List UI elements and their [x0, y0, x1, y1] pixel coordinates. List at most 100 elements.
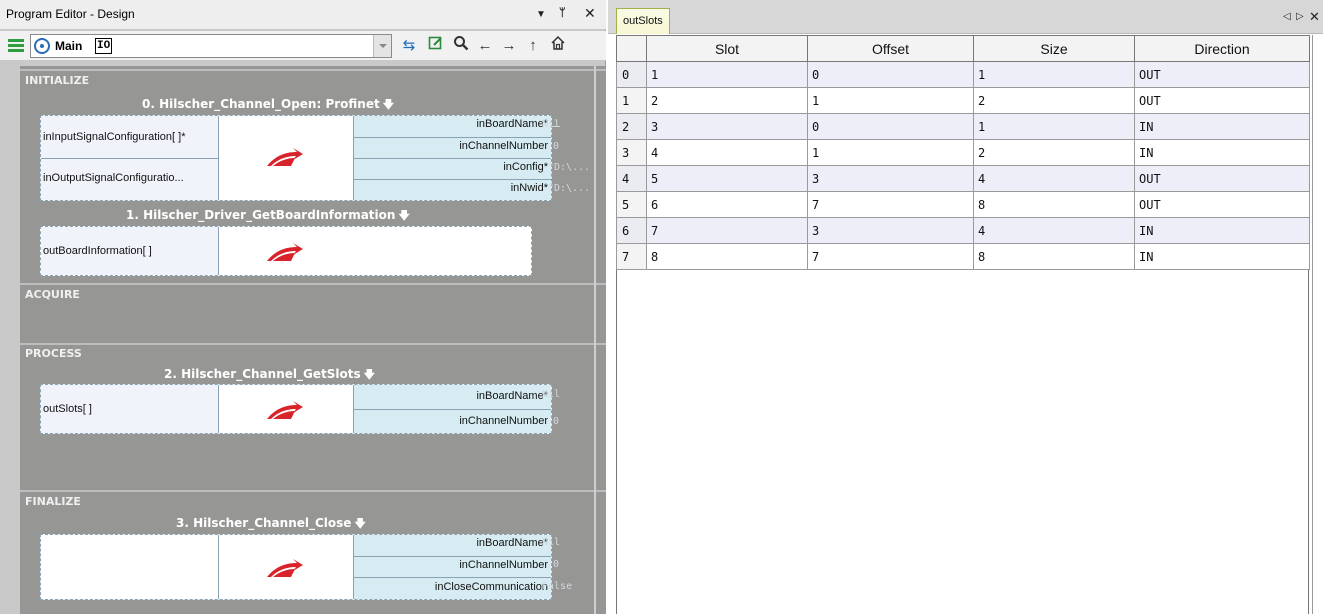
row-index: 3: [616, 139, 647, 166]
close-icon[interactable]: ✕: [1309, 9, 1320, 25]
pin-icon[interactable]: ᛘ: [559, 7, 566, 19]
cell-offset[interactable]: 1: [807, 87, 974, 114]
cell-slot[interactable]: 7: [646, 217, 808, 244]
table-row[interactable]: 5 6 7 8 OUT: [616, 191, 1310, 218]
cell-slot[interactable]: 8: [646, 243, 808, 270]
cell-offset[interactable]: 3: [807, 165, 974, 192]
cell-offset[interactable]: 7: [807, 243, 974, 270]
block-input[interactable]: outSlots[ ]: [43, 403, 92, 415]
search-icon[interactable]: [450, 35, 472, 57]
block-input[interactable]: outBoardInformation[ ]: [43, 245, 152, 257]
column-header[interactable]: Slot: [646, 35, 808, 62]
row-index: 2: [616, 113, 647, 140]
edit-icon[interactable]: [425, 35, 447, 57]
table-row[interactable]: 4 5 3 4 OUT: [616, 165, 1310, 192]
output-separator: [354, 577, 551, 578]
table-row[interactable]: 2 3 0 1 IN: [616, 113, 1310, 140]
canvas-right-rule: [594, 66, 596, 614]
chevron-left-icon[interactable]: ◁: [1283, 11, 1291, 22]
cell-size[interactable]: 4: [973, 165, 1135, 192]
cell-size[interactable]: 2: [973, 139, 1135, 166]
arrow-down-icon[interactable]: 🡇: [398, 209, 409, 222]
cell-offset[interactable]: 1: [807, 139, 974, 166]
cell-offset[interactable]: 0: [807, 61, 974, 88]
arrow-down-icon[interactable]: 🡇: [354, 517, 365, 530]
cell-size[interactable]: 1: [973, 61, 1135, 88]
block-output[interactable]: inConfig*: [503, 161, 548, 173]
chevron-right-icon[interactable]: ▷: [1296, 11, 1304, 22]
cell-offset[interactable]: 7: [807, 191, 974, 218]
cell-offset[interactable]: 0: [807, 113, 974, 140]
home-icon[interactable]: [547, 35, 569, 57]
cell-size[interactable]: 8: [973, 243, 1135, 270]
dropdown-icon[interactable]: ▼: [536, 9, 546, 20]
program-selector[interactable]: Main IO: [30, 34, 392, 58]
cell-direction[interactable]: OUT: [1134, 61, 1310, 88]
editor-gutter: [0, 66, 20, 614]
tab-outslots[interactable]: outSlots: [616, 8, 670, 34]
function-block-get-slots[interactable]: outSlots[ ] inBoardName* inChannelNumber: [40, 384, 552, 434]
block-output[interactable]: inBoardName*: [476, 118, 548, 130]
block-output[interactable]: inBoardName*: [476, 537, 548, 549]
block-output[interactable]: inNwid*: [511, 182, 548, 194]
design-canvas[interactable]: INITIALIZE 0. Hilscher_Channel_Open: Pro…: [20, 66, 606, 614]
cell-slot[interactable]: 6: [646, 191, 808, 218]
cell-size[interactable]: 2: [973, 87, 1135, 114]
cell-direction[interactable]: OUT: [1134, 191, 1310, 218]
section-divider: [20, 283, 606, 285]
close-icon[interactable]: ✕: [584, 5, 596, 22]
row-index: 6: [616, 217, 647, 244]
cell-slot[interactable]: 5: [646, 165, 808, 192]
block-input[interactable]: inInputSignalConfiguration[ ]*: [43, 131, 185, 143]
program-tag: IO: [95, 38, 113, 54]
cell-size[interactable]: 8: [973, 191, 1135, 218]
chevron-down-icon[interactable]: [373, 35, 391, 57]
block-output[interactable]: inChannelNumber: [459, 559, 548, 571]
cell-offset[interactable]: 3: [807, 217, 974, 244]
cell-slot[interactable]: 3: [646, 113, 808, 140]
function-block-get-board-info[interactable]: outBoardInformation[ ]: [40, 226, 532, 276]
table-row[interactable]: 7 8 7 8 IN: [616, 243, 1310, 270]
arrow-down-icon[interactable]: 🡇: [364, 368, 375, 381]
cell-direction[interactable]: OUT: [1134, 165, 1310, 192]
cell-size[interactable]: 4: [973, 217, 1135, 244]
connector-value: 0: [553, 416, 560, 427]
cell-slot[interactable]: 4: [646, 139, 808, 166]
function-block-channel-close[interactable]: inBoardName* inChannelNumber inCloseComm…: [40, 534, 552, 600]
table-row[interactable]: 6 7 3 4 IN: [616, 217, 1310, 244]
arrow-right-icon[interactable]: →: [498, 35, 520, 57]
program-editor-pane: Program Editor - Design ▼ ᛘ ✕ Main IO ⇆ …: [0, 0, 606, 614]
sync-arrows-icon[interactable]: ⇆: [398, 35, 420, 57]
column-header[interactable]: Offset: [807, 35, 974, 62]
connector-value: 0: [553, 141, 560, 152]
row-index: 4: [616, 165, 647, 192]
hamburger-menu-icon[interactable]: [8, 39, 24, 53]
cell-slot[interactable]: 2: [646, 87, 808, 114]
arrow-up-icon[interactable]: ↑: [522, 35, 544, 57]
block-output[interactable]: inChannelNumber: [459, 415, 548, 427]
cell-direction[interactable]: IN: [1134, 113, 1310, 140]
block-input[interactable]: inOutputSignalConfiguratio...: [43, 172, 184, 184]
cell-direction[interactable]: IN: [1134, 139, 1310, 166]
cell-direction[interactable]: IN: [1134, 243, 1310, 270]
cell-size[interactable]: 1: [973, 113, 1135, 140]
program-name: Main: [55, 39, 83, 53]
block-output[interactable]: inChannelNumber: [459, 140, 548, 152]
block-output[interactable]: inCloseCommunication: [435, 581, 548, 593]
cell-direction[interactable]: IN: [1134, 217, 1310, 244]
table-row[interactable]: 3 4 1 2 IN: [616, 139, 1310, 166]
block-output[interactable]: inBoardName*: [476, 390, 548, 402]
cell-slot[interactable]: 1: [646, 61, 808, 88]
connector-value: Nil: [542, 119, 561, 130]
block-inputs: [41, 535, 219, 599]
column-header[interactable]: Size: [973, 35, 1135, 62]
arrow-down-icon[interactable]: 🡇: [383, 98, 394, 111]
table-row[interactable]: 0 1 0 1 OUT: [616, 61, 1310, 88]
table-row[interactable]: 1 2 1 2 OUT: [616, 87, 1310, 114]
cell-direction[interactable]: OUT: [1134, 87, 1310, 114]
block-logo-area: [219, 535, 354, 599]
function-block-channel-open[interactable]: inInputSignalConfiguration[ ]* inOutputS…: [40, 115, 552, 201]
arrow-left-icon[interactable]: ←: [474, 35, 496, 57]
column-header[interactable]: Direction: [1134, 35, 1310, 62]
row-index: 1: [616, 87, 647, 114]
